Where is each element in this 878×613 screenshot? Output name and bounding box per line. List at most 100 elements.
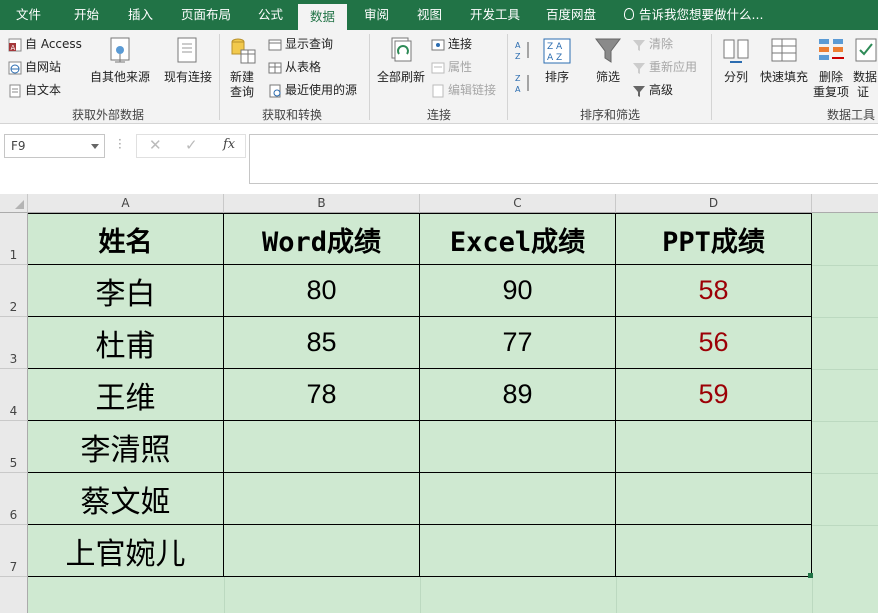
- sort-dialog-icon: Z AA Z: [543, 38, 571, 64]
- sort-button[interactable]: Z AA Z 排序: [541, 36, 573, 85]
- table-cell-name[interactable]: 蔡文姬: [28, 473, 224, 525]
- flash-fill-button[interactable]: 快速填充: [758, 36, 810, 85]
- tab-baidu-netdisk[interactable]: 百度网盘: [546, 0, 596, 30]
- table-cell-ppt[interactable]: 58: [616, 265, 812, 317]
- confirm-icon[interactable]: ✓: [185, 136, 198, 154]
- table-cell-excel[interactable]: 90: [420, 265, 616, 317]
- from-table-button[interactable]: 从表格: [268, 60, 321, 75]
- column-header-c[interactable]: C: [420, 194, 616, 213]
- sort-az-button[interactable]: AZ: [514, 39, 534, 65]
- tell-me-search[interactable]: 告诉我您想要做什么...: [624, 0, 763, 30]
- from-other-sources-button[interactable]: 自其他来源: [90, 36, 150, 85]
- clear-filter-button[interactable]: 清除: [632, 37, 673, 52]
- row-header-7[interactable]: 7: [0, 525, 28, 577]
- tab-data[interactable]: 数据: [298, 4, 348, 30]
- table-cell-excel[interactable]: 77: [420, 317, 616, 369]
- cancel-icon[interactable]: ✕: [149, 136, 162, 154]
- chevron-down-icon[interactable]: [91, 144, 99, 149]
- column-header-d[interactable]: D: [616, 194, 812, 213]
- table-header-name[interactable]: 姓名: [28, 213, 224, 265]
- tab-home[interactable]: 开始: [74, 0, 99, 30]
- table-header-ppt[interactable]: PPT成绩: [616, 213, 812, 265]
- name-box[interactable]: F9: [4, 134, 105, 158]
- table-cell-word[interactable]: 80: [224, 265, 420, 317]
- reapply-filter-button[interactable]: 重新应用: [632, 60, 697, 75]
- column-header-e[interactable]: [812, 194, 878, 213]
- table-cell-excel[interactable]: [420, 473, 616, 525]
- sort-za-button[interactable]: ZA: [514, 72, 534, 98]
- table-cell-name[interactable]: 上官婉儿: [28, 525, 224, 577]
- table-cell-name[interactable]: 杜甫: [28, 317, 224, 369]
- show-queries-button[interactable]: 显示查询: [268, 37, 333, 52]
- advanced-filter-button[interactable]: 高级: [632, 83, 673, 98]
- text-to-columns-button[interactable]: 分列: [718, 36, 754, 85]
- row-header-4[interactable]: 4: [0, 369, 28, 421]
- insert-function-icon[interactable]: fx: [223, 137, 235, 152]
- other-sources-icon: [110, 37, 130, 63]
- table-cell-excel[interactable]: [420, 525, 616, 577]
- refresh-all-button[interactable]: 全部刷新: [374, 36, 428, 85]
- table-cell-ppt[interactable]: 56: [616, 317, 812, 369]
- svg-text:Z A: Z A: [547, 42, 563, 52]
- tab-file[interactable]: 文件: [16, 0, 41, 30]
- table-header-excel[interactable]: Excel成绩: [420, 213, 616, 265]
- table-cell-name[interactable]: 李白: [28, 265, 224, 317]
- new-query-button[interactable]: 新建 查询: [224, 36, 260, 100]
- table-cell-ppt[interactable]: 59: [616, 369, 812, 421]
- row-header-1[interactable]: 1: [0, 213, 28, 265]
- globe-icon: [8, 61, 22, 74]
- table-cell-name[interactable]: 王维: [28, 369, 224, 421]
- table-cell-name[interactable]: 李清照: [28, 421, 224, 473]
- gridline: [812, 421, 878, 422]
- select-all-triangle-icon: [15, 200, 24, 209]
- table-cell-ppt[interactable]: [616, 473, 812, 525]
- row-header-6[interactable]: 6: [0, 473, 28, 525]
- table-cell-word[interactable]: [224, 473, 420, 525]
- formula-input[interactable]: [249, 134, 878, 184]
- group-label-data-tools: 数据工具: [827, 108, 876, 122]
- tab-page-layout[interactable]: 页面布局: [181, 0, 231, 30]
- row-header-3[interactable]: 3: [0, 317, 28, 369]
- gridline: [616, 577, 617, 613]
- ribbon: A自 Access 自网站 自文本 自其他来源 现有连接 获取外部数据 新建 查询…: [0, 30, 878, 124]
- column-header-a[interactable]: A: [28, 194, 224, 213]
- table-cell-word[interactable]: [224, 421, 420, 473]
- existing-connections-button[interactable]: 现有连接: [160, 36, 216, 85]
- row-header-2[interactable]: 2: [0, 265, 28, 317]
- gridline: [812, 317, 878, 318]
- fill-handle[interactable]: [808, 573, 813, 578]
- tab-insert[interactable]: 插入: [128, 0, 153, 30]
- data-validation-button[interactable]: 数据证: [853, 36, 878, 100]
- existing-connections-icon: [177, 37, 197, 63]
- from-text-button[interactable]: 自文本: [8, 83, 61, 98]
- column-header-b[interactable]: B: [224, 194, 420, 213]
- tab-review[interactable]: 审阅: [364, 0, 389, 30]
- from-web-button[interactable]: 自网站: [8, 60, 61, 75]
- properties-button[interactable]: 属性: [431, 60, 472, 75]
- table-cell-ppt[interactable]: [616, 421, 812, 473]
- tab-developer[interactable]: 开发工具: [470, 0, 520, 30]
- from-access-button[interactable]: A自 Access: [8, 37, 82, 52]
- gridline: [224, 577, 225, 613]
- text-file-icon: [9, 84, 21, 97]
- row-header-5[interactable]: 5: [0, 421, 28, 473]
- row-header-8[interactable]: [0, 577, 28, 613]
- table-cell-excel[interactable]: 89: [420, 369, 616, 421]
- select-all-corner[interactable]: [0, 194, 28, 213]
- connections-button[interactable]: 连接: [431, 37, 472, 52]
- tab-formulas[interactable]: 公式: [258, 0, 283, 30]
- table-cell-ppt[interactable]: [616, 525, 812, 577]
- table-cell-word[interactable]: [224, 525, 420, 577]
- reapply-filter-icon: [633, 62, 645, 74]
- tab-view[interactable]: 视图: [417, 0, 442, 30]
- table-cell-word[interactable]: 78: [224, 369, 420, 421]
- group-label-external: 获取外部数据: [72, 108, 145, 122]
- recent-sources-button[interactable]: 最近使用的源: [268, 83, 357, 98]
- edit-links-button[interactable]: 编辑链接: [431, 83, 496, 98]
- svg-text:A: A: [515, 85, 521, 94]
- filter-button[interactable]: 筛选: [592, 36, 624, 85]
- table-cell-excel[interactable]: [420, 421, 616, 473]
- table-cell-word[interactable]: 85: [224, 317, 420, 369]
- remove-duplicates-button[interactable]: 删除 重复项: [812, 36, 850, 100]
- table-header-word[interactable]: Word成绩: [224, 213, 420, 265]
